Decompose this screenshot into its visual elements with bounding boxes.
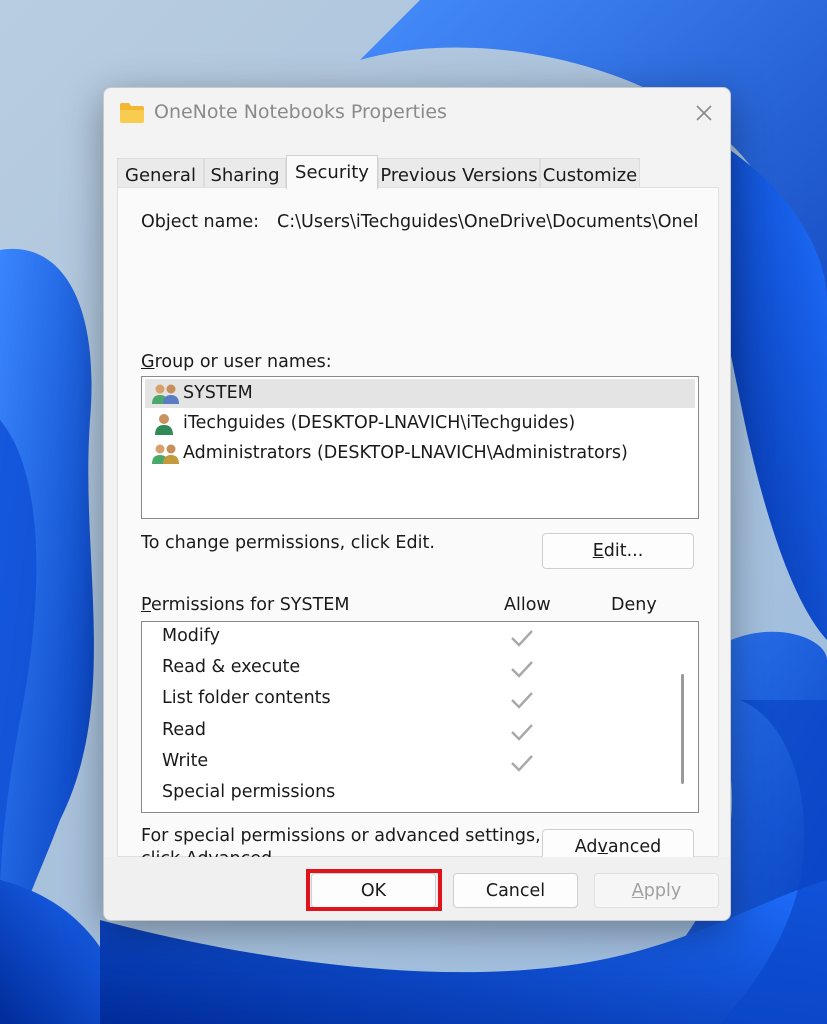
properties-dialog: OneNote Notebooks Properties General Sha… xyxy=(103,87,731,921)
edit-button[interactable]: Edit... xyxy=(542,533,694,569)
folder-icon xyxy=(120,103,144,123)
tab-security[interactable]: Security xyxy=(286,155,378,189)
allow-check-icon xyxy=(511,630,533,647)
permission-row: Modify xyxy=(142,623,672,654)
permission-name: Special permissions xyxy=(162,782,336,802)
group-users-label: Group or user names: xyxy=(141,352,332,372)
object-name-label: Object name: xyxy=(141,212,260,232)
change-permissions-hint: To change permissions, click Edit. xyxy=(141,533,435,553)
permission-name: Read & execute xyxy=(162,657,301,678)
user-icon xyxy=(155,414,173,435)
permission-name: List folder contents xyxy=(162,688,331,709)
tab-customize[interactable]: Customize xyxy=(540,158,640,189)
permission-row: Write xyxy=(142,748,672,779)
permissions-label: Permissions for SYSTEM xyxy=(141,595,350,615)
apply-button[interactable]: Apply xyxy=(594,873,719,908)
user-group-icon xyxy=(152,444,179,464)
permission-name: Read xyxy=(162,719,206,740)
ok-highlight-box xyxy=(306,869,442,911)
window-title: OneNote Notebooks Properties xyxy=(154,101,447,123)
permission-row: Read & execute xyxy=(142,654,672,685)
user-list[interactable]: SYSTEM iTechguides (DESKTOP-LNAVICH\iTec… xyxy=(141,376,699,519)
allow-header: Allow xyxy=(504,595,551,615)
allow-check-icon xyxy=(511,661,533,678)
close-icon xyxy=(696,105,712,121)
permission-row: Read xyxy=(142,717,672,748)
permission-name: Modify xyxy=(162,626,220,646)
user-label: iTechguides (DESKTOP-LNAVICH\iTechguides… xyxy=(183,413,576,433)
title-bar[interactable]: OneNote Notebooks Properties xyxy=(104,88,730,140)
list-item-administrators[interactable]: Administrators (DESKTOP-LNAVICH\Administ… xyxy=(145,439,695,468)
permission-row: List folder contents xyxy=(142,685,672,716)
tab-sharing[interactable]: Sharing xyxy=(204,158,286,189)
tab-general[interactable]: General xyxy=(117,158,204,189)
close-button[interactable] xyxy=(678,88,730,138)
scrollbar[interactable] xyxy=(681,674,684,784)
tab-previous-versions[interactable]: Previous Versions xyxy=(378,158,540,189)
user-label: SYSTEM xyxy=(183,383,253,403)
permission-row: Special permissions xyxy=(142,779,672,810)
list-item-system[interactable]: SYSTEM xyxy=(145,379,695,408)
security-panel: Object name: C:\Users\iTechguides\OneDri… xyxy=(117,187,719,869)
allow-check-icon xyxy=(511,723,533,741)
allow-check-icon xyxy=(511,754,533,772)
list-item-itechguides[interactable]: iTechguides (DESKTOP-LNAVICH\iTechguides… xyxy=(145,409,695,438)
object-name-value: C:\Users\iTechguides\OneDrive\Documents\… xyxy=(277,212,697,232)
permission-name: Write xyxy=(162,750,209,771)
deny-header: Deny xyxy=(611,595,657,615)
allow-check-icon xyxy=(511,692,533,710)
advanced-hint-line1: For special permissions or advanced sett… xyxy=(141,826,541,846)
permissions-list[interactable]: Modify Read & execute List folder contents… xyxy=(141,621,699,813)
user-group-icon xyxy=(152,384,179,404)
cancel-button[interactable]: Cancel xyxy=(453,873,578,908)
user-label: Administrators (DESKTOP-LNAVICH\Administ… xyxy=(183,443,628,463)
